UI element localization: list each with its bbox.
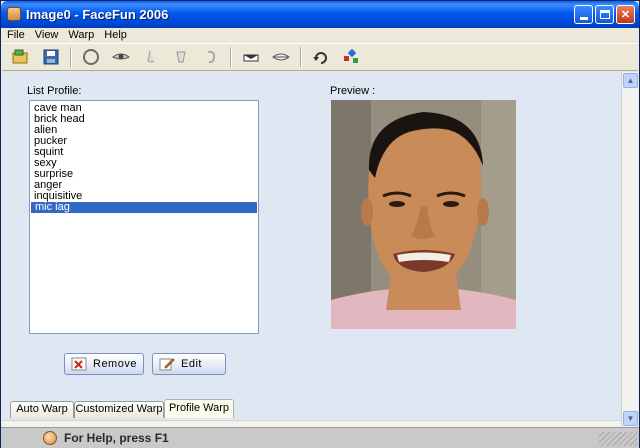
minimize-icon: [579, 17, 588, 20]
scroll-up-icon[interactable]: ▲: [623, 73, 638, 88]
toolbar-separator: [230, 47, 232, 67]
remove-label: Remove: [93, 358, 137, 370]
list-profile-label: List Profile:: [27, 85, 82, 97]
face-outline-button[interactable]: [78, 45, 104, 69]
cup-icon: [176, 51, 186, 63]
tab-auto-warp[interactable]: Auto Warp: [10, 401, 74, 418]
status-bar: For Help, press F1: [1, 427, 639, 448]
ear-icon: [207, 50, 216, 64]
list-item[interactable]: surprise: [30, 169, 258, 180]
profile-warp-panel: List Profile: Preview : cave man brick h…: [2, 72, 621, 420]
menu-bar: File View Warp Help: [2, 28, 638, 42]
toolbar: [2, 43, 638, 71]
list-item[interactable]: brick head: [30, 114, 258, 125]
toolbar-separator: [300, 47, 302, 67]
horizontal-scrollbar[interactable]: [2, 420, 621, 427]
edit-label: Edit: [181, 358, 202, 370]
vertical-scrollbar[interactable]: ▲ ▼: [621, 72, 638, 427]
tab-profile-warp[interactable]: Profile Warp: [164, 399, 234, 418]
ear-button[interactable]: [198, 45, 224, 69]
face-status-icon: [43, 431, 57, 445]
edit-button[interactable]: Edit: [152, 353, 226, 375]
status-text: For Help, press F1: [64, 431, 169, 445]
menu-file[interactable]: File: [2, 28, 30, 42]
app-window: Image0 - FaceFun 2006 ✕ File View Warp H…: [0, 0, 640, 448]
rotate-button[interactable]: [308, 45, 334, 69]
nose-button[interactable]: [138, 45, 164, 69]
open-file-icon: [12, 49, 28, 64]
face-outline-icon: [83, 49, 99, 65]
save-button[interactable]: [38, 45, 64, 69]
preview-label: Preview :: [330, 85, 376, 97]
warp-tabs: Auto Warp Customized Warp Profile Warp: [2, 399, 621, 419]
cup-button[interactable]: [168, 45, 194, 69]
color-dots-icon: [344, 49, 358, 63]
close-icon: ✕: [620, 9, 631, 21]
title-bar[interactable]: Image0 - FaceFun 2006 ✕: [1, 1, 639, 28]
scroll-down-icon[interactable]: ▼: [623, 411, 638, 426]
app-icon[interactable]: [7, 7, 21, 21]
portrait-photo: [331, 100, 516, 329]
remove-button[interactable]: Remove: [64, 353, 144, 375]
close-button[interactable]: ✕: [616, 5, 635, 24]
resize-grip-icon[interactable]: [599, 432, 637, 446]
list-item[interactable]: squint: [30, 147, 258, 158]
mouth-button[interactable]: [238, 45, 264, 69]
minimize-button[interactable]: [574, 5, 593, 24]
list-item[interactable]: pucker: [30, 136, 258, 147]
remove-icon: [71, 357, 87, 371]
window-title: Image0 - FaceFun 2006: [26, 7, 169, 22]
menu-help[interactable]: Help: [99, 28, 132, 42]
rotate-icon: [313, 52, 327, 64]
toolbar-separator: [70, 47, 72, 67]
tab-customized-warp[interactable]: Customized Warp: [74, 401, 164, 418]
maximize-icon: [599, 10, 610, 19]
menu-warp[interactable]: Warp: [63, 28, 99, 42]
lips-icon: [272, 53, 290, 61]
save-file-icon: [43, 49, 59, 65]
open-button[interactable]: [8, 45, 34, 69]
eye-icon: [112, 53, 130, 60]
menu-view[interactable]: View: [30, 28, 64, 42]
profile-listbox[interactable]: cave man brick head alien pucker squint …: [29, 100, 259, 334]
mouth-icon: [243, 54, 259, 62]
eye-button[interactable]: [108, 45, 134, 69]
lips-button[interactable]: [268, 45, 294, 69]
nose-icon: [147, 50, 155, 63]
maximize-button[interactable]: [595, 5, 614, 24]
list-item-selected[interactable]: mic iag: [31, 202, 257, 213]
color-button[interactable]: [338, 45, 364, 69]
face-preview-image: [331, 100, 516, 329]
edit-icon: [159, 358, 175, 371]
